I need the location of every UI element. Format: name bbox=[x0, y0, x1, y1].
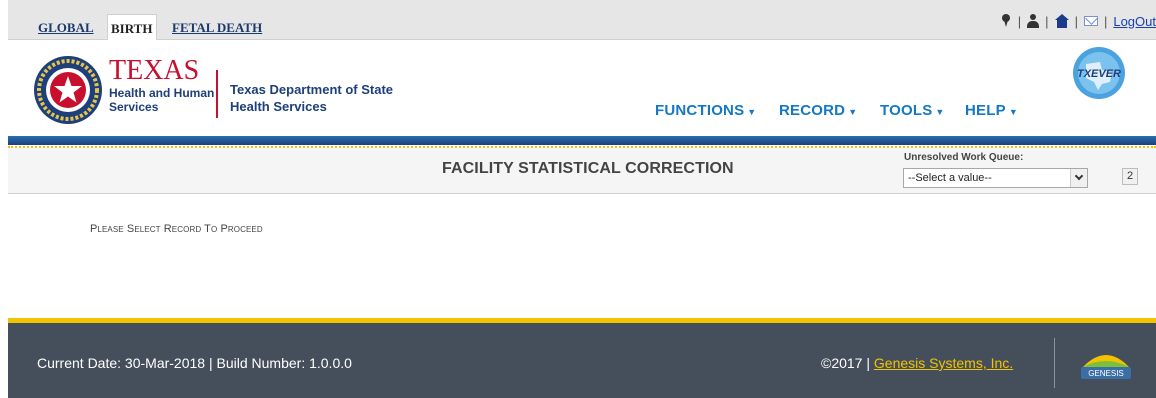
menu-help-label: HELP bbox=[965, 102, 1006, 119]
site-header: TEXAS Health and Human Services Texas De… bbox=[8, 40, 1156, 136]
footer-copyright: ©2017 | Genesis Systems, Inc. bbox=[821, 355, 1013, 371]
logout-link[interactable]: LogOut bbox=[1113, 14, 1156, 29]
separator: | bbox=[1103, 13, 1108, 29]
copyright-text: ©2017 bbox=[821, 355, 863, 371]
footer-info: Current Date: 30-Mar-2018 | Build Number… bbox=[37, 355, 352, 371]
utility-links: | | | | LogOut bbox=[1000, 12, 1156, 30]
dshs-name: Texas Department of State Health Service… bbox=[230, 81, 393, 115]
brand-divider bbox=[216, 70, 218, 118]
current-date: Current Date: 30-Mar-2018 bbox=[37, 355, 206, 371]
app-frame: GLOBAL BIRTH FETAL DEATH | | | | LogOut … bbox=[8, 0, 1156, 398]
footer-divider bbox=[1054, 338, 1055, 388]
location-pin-icon[interactable] bbox=[1000, 14, 1012, 28]
separator: | bbox=[208, 355, 213, 371]
genesis-logo-text: GENESIS bbox=[1088, 369, 1124, 378]
menu-tools-label: TOOLS bbox=[880, 102, 933, 119]
menu-tools[interactable]: TOOLS ▼ bbox=[880, 102, 945, 119]
separator: | bbox=[1074, 13, 1078, 29]
page-title: FACILITY STATISTICAL CORRECTION bbox=[442, 160, 734, 177]
work-queue-selected-value: --Select a value-- bbox=[908, 172, 992, 184]
menu-functions-label: FUNCTIONS bbox=[655, 102, 745, 119]
texas-hhs-seal-logo[interactable] bbox=[32, 54, 104, 126]
page-title-bar: FACILITY STATISTICAL CORRECTION Unresolv… bbox=[8, 148, 1156, 194]
caret-down-icon: ▼ bbox=[848, 107, 858, 117]
tab-birth[interactable]: BIRTH bbox=[107, 14, 158, 40]
menu-help[interactable]: HELP ▼ bbox=[965, 102, 1018, 119]
top-bar: GLOBAL BIRTH FETAL DEATH | | | | LogOut bbox=[8, 0, 1156, 40]
hhs-subtitle-line: Health and Human bbox=[109, 86, 215, 100]
build-number: Build Number: 1.0.0.0 bbox=[216, 355, 352, 371]
header-band bbox=[8, 136, 1156, 145]
txever-logo[interactable]: TXEVER bbox=[1072, 46, 1126, 100]
txever-logo-text: TXEVER bbox=[1077, 68, 1121, 80]
caret-down-icon: ▼ bbox=[1008, 107, 1018, 117]
tab-global[interactable]: GLOBAL bbox=[34, 14, 98, 40]
separator: | bbox=[1045, 13, 1049, 29]
menu-record[interactable]: RECORD ▼ bbox=[779, 102, 857, 119]
genesis-link[interactable]: Genesis Systems, Inc. bbox=[874, 355, 1013, 371]
caret-down-icon: ▼ bbox=[747, 107, 757, 117]
home-icon[interactable] bbox=[1054, 14, 1069, 28]
user-icon[interactable] bbox=[1027, 14, 1040, 28]
hhs-subtitle-line: Services bbox=[109, 100, 159, 114]
work-queue-select[interactable]: --Select a value-- bbox=[903, 168, 1088, 188]
hhs-subtitle: Health and Human Services bbox=[109, 86, 214, 114]
dshs-name-line: Health Services bbox=[230, 99, 327, 114]
dshs-name-line: Texas Department of State bbox=[230, 82, 394, 97]
main-content: Please Select Record To Proceed bbox=[8, 195, 1156, 318]
separator: | bbox=[1017, 13, 1022, 29]
tab-fetal-death[interactable]: FETAL DEATH bbox=[168, 14, 266, 40]
select-record-message: Please Select Record To Proceed bbox=[90, 223, 263, 235]
separator: | bbox=[866, 355, 870, 371]
hhs-title: TEXAS bbox=[109, 55, 200, 86]
caret-down-icon: ▼ bbox=[935, 107, 945, 117]
menu-record-label: RECORD bbox=[779, 102, 846, 119]
chevron-down-icon[interactable] bbox=[1070, 169, 1087, 187]
menu-functions[interactable]: FUNCTIONS ▼ bbox=[655, 102, 756, 119]
footer: Current Date: 30-Mar-2018 | Build Number… bbox=[8, 318, 1156, 398]
mail-icon[interactable] bbox=[1083, 16, 1098, 26]
work-queue-label: Unresolved Work Queue: bbox=[904, 152, 1024, 163]
genesis-logo[interactable]: GENESIS bbox=[1079, 347, 1133, 381]
work-queue-count-badge[interactable]: 2 bbox=[1122, 168, 1138, 185]
